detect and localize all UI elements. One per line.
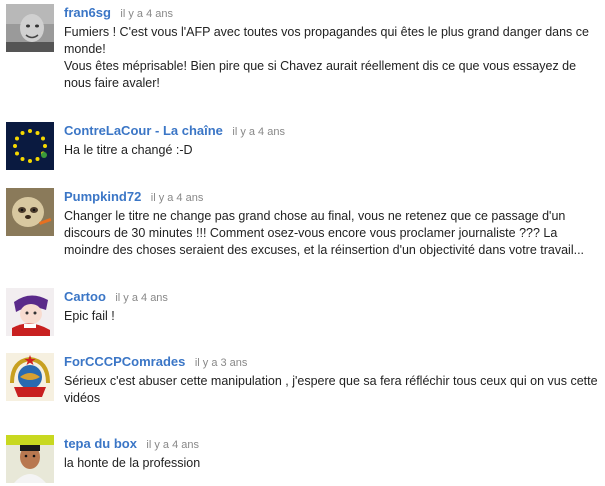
comment-author[interactable]: tepa du box bbox=[64, 436, 137, 451]
comment-author[interactable]: ForCCCPComrades bbox=[64, 354, 185, 369]
avatar[interactable] bbox=[6, 435, 54, 483]
comment-text: Epic fail ! bbox=[64, 308, 603, 325]
user-photo-icon bbox=[6, 4, 54, 52]
comment-line: Vous êtes méprisable! Bien pire que si C… bbox=[64, 59, 577, 90]
comment-text: Sérieux c'est abuser cette manipulation … bbox=[64, 373, 603, 407]
comment-line: Sérieux c'est abuser cette manipulation … bbox=[64, 374, 598, 405]
avatar[interactable] bbox=[6, 122, 54, 170]
avatar[interactable] bbox=[6, 353, 54, 401]
comment-timestamp[interactable]: il y a 3 ans bbox=[195, 357, 248, 369]
comment-text: Changer le titre ne change pas grand cho… bbox=[64, 208, 603, 259]
comment-text: la honte de la profession bbox=[64, 455, 603, 472]
man-photo-icon bbox=[6, 435, 54, 483]
comment-timestamp[interactable]: il y a 4 ans bbox=[115, 292, 168, 304]
avatar[interactable] bbox=[6, 4, 54, 52]
comment-line: Ha le titre a changé :-D bbox=[64, 143, 193, 157]
comment-line: Epic fail ! bbox=[64, 309, 115, 323]
comment-author[interactable]: ContreLaCour - La chaîne bbox=[64, 123, 223, 138]
comment-timestamp[interactable]: il y a 4 ans bbox=[120, 8, 173, 20]
comment-text: Ha le titre a changé :-D bbox=[64, 142, 603, 159]
avatar[interactable] bbox=[6, 288, 54, 336]
avatar[interactable] bbox=[6, 188, 54, 236]
comment-text: Fumiers ! C'est vous l'AFP avec toutes v… bbox=[64, 24, 603, 92]
comment-author[interactable]: Pumpkind72 bbox=[64, 189, 141, 204]
anime-character-icon bbox=[6, 288, 54, 336]
comment-line: Changer le titre ne change pas grand cho… bbox=[64, 209, 585, 257]
comment-timestamp[interactable]: il y a 4 ans bbox=[232, 126, 285, 138]
comment-timestamp[interactable]: il y a 4 ans bbox=[146, 439, 199, 451]
comment-author[interactable]: Cartoo bbox=[64, 289, 106, 304]
sloth-photo-icon bbox=[6, 188, 54, 236]
comment-author[interactable]: fran6sg bbox=[64, 5, 111, 20]
comment-timestamp[interactable]: il y a 4 ans bbox=[151, 192, 204, 204]
comment-line: Fumiers ! C'est vous l'AFP avec toutes v… bbox=[64, 25, 589, 56]
comment-line: la honte de la profession bbox=[64, 456, 201, 470]
soviet-emblem-icon bbox=[6, 353, 54, 401]
eu-stars-icon bbox=[6, 122, 54, 170]
